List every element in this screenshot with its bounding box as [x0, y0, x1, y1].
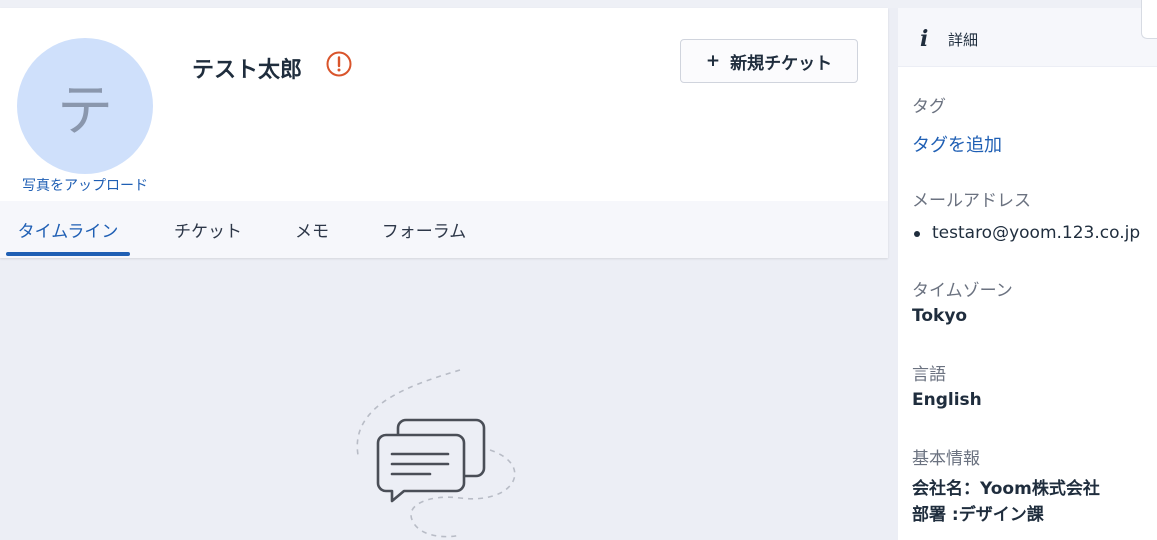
- language-value: English: [912, 390, 982, 410]
- tab-memo[interactable]: メモ: [282, 201, 342, 258]
- tab-timeline[interactable]: タイムライン: [6, 201, 130, 258]
- customer-header-card: テ 写真をアップロード テスト太郎 + 新規チケット タイムライン チケット メ…: [0, 8, 888, 258]
- new-ticket-button[interactable]: + 新規チケット: [680, 39, 858, 83]
- upload-photo-link[interactable]: 写真をアップロード: [15, 176, 155, 196]
- details-title: 詳細: [948, 31, 979, 49]
- top-border: [0, 0, 1157, 8]
- active-tab-indicator: [6, 252, 130, 256]
- department-value: 部署 :デザイン課: [912, 505, 1044, 525]
- tab-forum[interactable]: フォーラム: [368, 201, 480, 258]
- timezone-label: タイムゾーン: [912, 281, 1013, 301]
- add-tag-link[interactable]: タグを追加: [912, 131, 1002, 157]
- avatar[interactable]: テ: [17, 38, 153, 174]
- basic-info-label: 基本情報: [912, 449, 980, 469]
- tab-tickets[interactable]: チケット: [160, 201, 256, 258]
- warning-circle-icon[interactable]: [325, 50, 353, 78]
- company-value: 会社名：Yoom株式会社: [912, 479, 1100, 499]
- customer-name: テスト太郎: [192, 58, 303, 83]
- language-label: 言語: [912, 365, 946, 385]
- details-header: i 詳細: [898, 8, 1157, 67]
- info-icon: i: [920, 26, 929, 52]
- tags-label: タグ: [912, 97, 946, 117]
- email-label: メールアドレス: [912, 191, 1031, 211]
- details-panel: i 詳細 タグ タグを追加 メールアドレス testaro@yoom.123.c…: [898, 8, 1157, 540]
- plus-icon: +: [705, 51, 721, 71]
- email-value: testaro@yoom.123.co.jp: [932, 223, 1141, 243]
- email-bullet: [914, 231, 920, 237]
- panel-corner-tab[interactable]: [1141, 0, 1157, 39]
- tab-bar: タイムライン チケット メモ フォーラム: [0, 201, 888, 258]
- avatar-initial: テ: [57, 78, 113, 144]
- new-ticket-label: 新規チケット: [730, 53, 833, 74]
- timezone-value: Tokyo: [912, 306, 968, 326]
- chat-bubbles-icon: [356, 369, 516, 538]
